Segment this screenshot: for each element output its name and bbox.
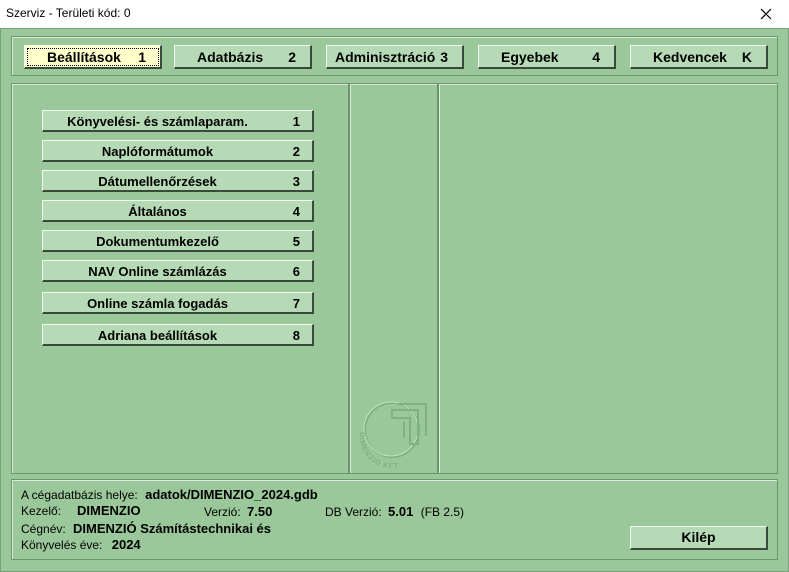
title-bar: Szerviz - Területi kód: 0	[0, 0, 789, 28]
user-value-wrap: DIMENZIO	[77, 503, 141, 518]
window-title: Szerviz - Területi kód: 0	[6, 6, 131, 20]
exit-button[interactable]: Kilép	[630, 526, 768, 550]
menu-button-label: Dátumellenőrzések	[98, 174, 217, 189]
menu-button-key: 2	[292, 144, 300, 159]
tab-key: 1	[138, 48, 146, 65]
svg-text:DIMENZIÓ KFT: DIMENZIÓ KFT	[358, 432, 400, 470]
year-value: 2024	[111, 537, 141, 552]
version-value: 7.50	[247, 504, 273, 519]
version-row: Verzió: 7.50	[204, 504, 272, 519]
year-label: Könyvelés éve:	[21, 538, 103, 552]
tab-label: Adminisztráció	[335, 48, 436, 65]
menu-button-label: NAV Online számlázás	[88, 264, 227, 279]
db-version-value: 5.01	[388, 504, 414, 519]
menu-button-label: Naplóformátumok	[101, 144, 214, 159]
menu-button-datumellenorzesek[interactable]: Dátumellenőrzések 3	[42, 170, 314, 192]
tab-key: 4	[592, 48, 600, 65]
tab-label: Kedvencek	[653, 48, 727, 65]
db-location-row: A cégadatbázis helye: adatok/DIMENZIO_20…	[21, 487, 318, 502]
tab-adminisztracio[interactable]: Adminisztráció 3	[326, 45, 464, 69]
tab-kedvencek[interactable]: Kedvencek K	[630, 45, 768, 69]
menu-button-label: Adriana beállítások	[97, 328, 218, 343]
company-row: Cégnév: DIMENZIÓ Számítástechnikai és	[21, 521, 271, 536]
menu-button-online-szamla-fogadas[interactable]: Online számla fogadás 7	[42, 292, 314, 314]
menu-button-dokumentumkezelo[interactable]: Dokumentumkezelő 5	[42, 230, 314, 252]
db-location-value: adatok/DIMENZIO_2024.gdb	[145, 487, 318, 502]
tab-label: Egyebek	[501, 48, 559, 65]
close-button[interactable]	[743, 0, 789, 28]
menu-button-altalanos[interactable]: Általános 4	[42, 200, 314, 222]
menu-button-key: 3	[292, 174, 300, 189]
tab-key: 3	[440, 48, 448, 65]
tab-label: Beállítások	[47, 48, 121, 65]
menu-button-label: Dokumentumkezelő	[96, 234, 219, 249]
tab-beallitasok[interactable]: Beállítások 1	[24, 45, 162, 69]
menu-button-nav-online[interactable]: NAV Online számlázás 6	[42, 260, 314, 282]
menu-button-naploformatumok[interactable]: Naplóformátumok 2	[42, 140, 314, 162]
tab-key: 2	[288, 48, 296, 65]
menu-button-key: 7	[292, 296, 300, 311]
user-label: Kezelő:	[21, 504, 62, 518]
logo-text: DIMENZIÓ KFT	[358, 432, 399, 470]
company-label: Cégnév:	[21, 522, 66, 536]
menu-button-label: Könyvelési- és számlaparam.	[67, 114, 248, 129]
content-panel	[438, 83, 778, 474]
db-version-extra: (FB 2.5)	[420, 505, 465, 519]
menu-button-konyvelesi[interactable]: Könyvelési- és számlaparam. 1	[42, 110, 314, 132]
tab-egyebek[interactable]: Egyebek 4	[478, 45, 616, 69]
version-label: Verzió:	[204, 505, 241, 519]
menu-button-key: 6	[292, 264, 300, 279]
company-value: DIMENZIÓ Számítástechnikai és	[73, 521, 271, 536]
year-row: Könyvelés éve: 2024	[21, 537, 141, 552]
menu-button-adriana[interactable]: Adriana beállítások 8	[42, 324, 314, 346]
dimenzio-logo-icon: DIMENZIÓ KFT	[358, 401, 427, 470]
menu-button-key: 5	[292, 234, 300, 249]
menu-button-label: Általános	[128, 204, 187, 219]
tab-key: K	[741, 48, 752, 65]
menu-button-key: 1	[292, 114, 300, 129]
menu-button-key: 8	[292, 328, 300, 343]
db-version-label: DB Verzió:	[325, 505, 382, 519]
db-version-row: DB Verzió: 5.01 (FB 2.5)	[325, 504, 464, 519]
user-value: DIMENZIO	[77, 503, 141, 518]
db-location-label: A cégadatbázis helye:	[21, 488, 138, 502]
close-icon	[760, 8, 772, 20]
tab-label: Adatbázis	[197, 48, 264, 65]
menu-button-label: Online számla fogadás	[87, 296, 228, 311]
menu-button-key: 4	[292, 204, 300, 219]
tab-adatbazis[interactable]: Adatbázis 2	[174, 45, 312, 69]
